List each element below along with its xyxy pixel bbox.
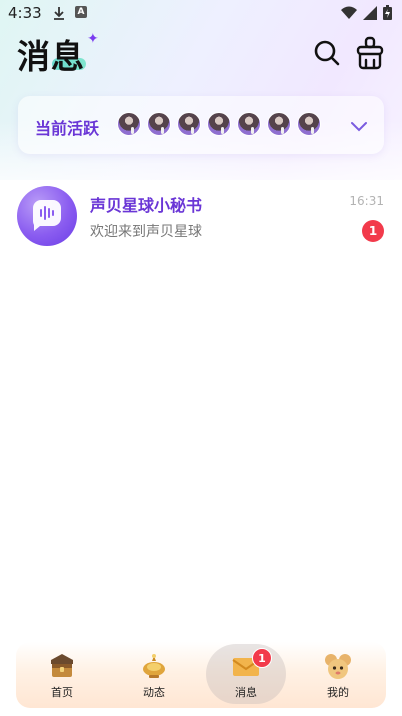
nav-moments[interactable]: 动态 (114, 642, 194, 708)
conversation-item[interactable]: 声贝星球小秘书 欢迎来到声贝星球 16:31 1 (0, 176, 402, 252)
active-avatar[interactable] (207, 112, 231, 136)
voice-bubble-icon (32, 200, 61, 231)
notification-a-icon: A (75, 6, 87, 18)
home-treasure-icon (51, 654, 73, 677)
nav-messages-label: 消息 (235, 686, 257, 699)
active-avatar[interactable] (147, 112, 171, 136)
active-avatars (117, 112, 321, 136)
active-users-card[interactable]: 当前活跃 (18, 96, 384, 154)
search-button[interactable] (312, 38, 342, 68)
profile-mouse-icon (325, 654, 351, 679)
active-avatar[interactable] (297, 112, 321, 136)
active-avatar[interactable] (177, 112, 201, 136)
active-avatar[interactable] (117, 112, 141, 136)
nav-moments-label: 动态 (143, 686, 165, 699)
nav-messages-badge: 1 (252, 648, 272, 668)
nav-profile[interactable]: 我的 (298, 642, 378, 708)
active-avatar[interactable] (237, 112, 261, 136)
search-icon (314, 40, 340, 66)
wifi-icon (341, 6, 357, 19)
moments-lamp-icon (143, 654, 165, 678)
nav-home-label: 首页 (51, 686, 73, 699)
conversation-preview: 欢迎来到声贝星球 (90, 224, 202, 240)
conversation-name: 声贝星球小秘书 (90, 196, 203, 215)
chevron-down-icon[interactable] (350, 117, 368, 136)
assistant-avatar (17, 186, 77, 246)
nav-profile-label: 我的 (327, 686, 349, 699)
nav-messages[interactable]: 1 消息 (206, 642, 286, 708)
signal-icon (363, 5, 377, 20)
status-bar: 4:33 A (0, 0, 402, 26)
broom-icon (356, 36, 384, 70)
page-title: 消息 (17, 37, 85, 76)
conversation-time: 16:31 (349, 194, 384, 208)
active-users-label: 当前活跃 (35, 119, 100, 138)
bottom-nav: 首页 动态 1 消息 我的 (16, 642, 386, 708)
unread-badge: 1 (362, 220, 384, 242)
sparkle-icon: ✦ (87, 31, 99, 47)
active-avatar[interactable] (267, 112, 291, 136)
status-icons (341, 5, 392, 20)
nav-home[interactable]: 首页 (22, 642, 102, 708)
download-icon (52, 5, 66, 24)
clear-messages-button[interactable] (354, 36, 386, 70)
status-time: 4:33 (8, 4, 42, 22)
battery-icon (383, 5, 392, 20)
